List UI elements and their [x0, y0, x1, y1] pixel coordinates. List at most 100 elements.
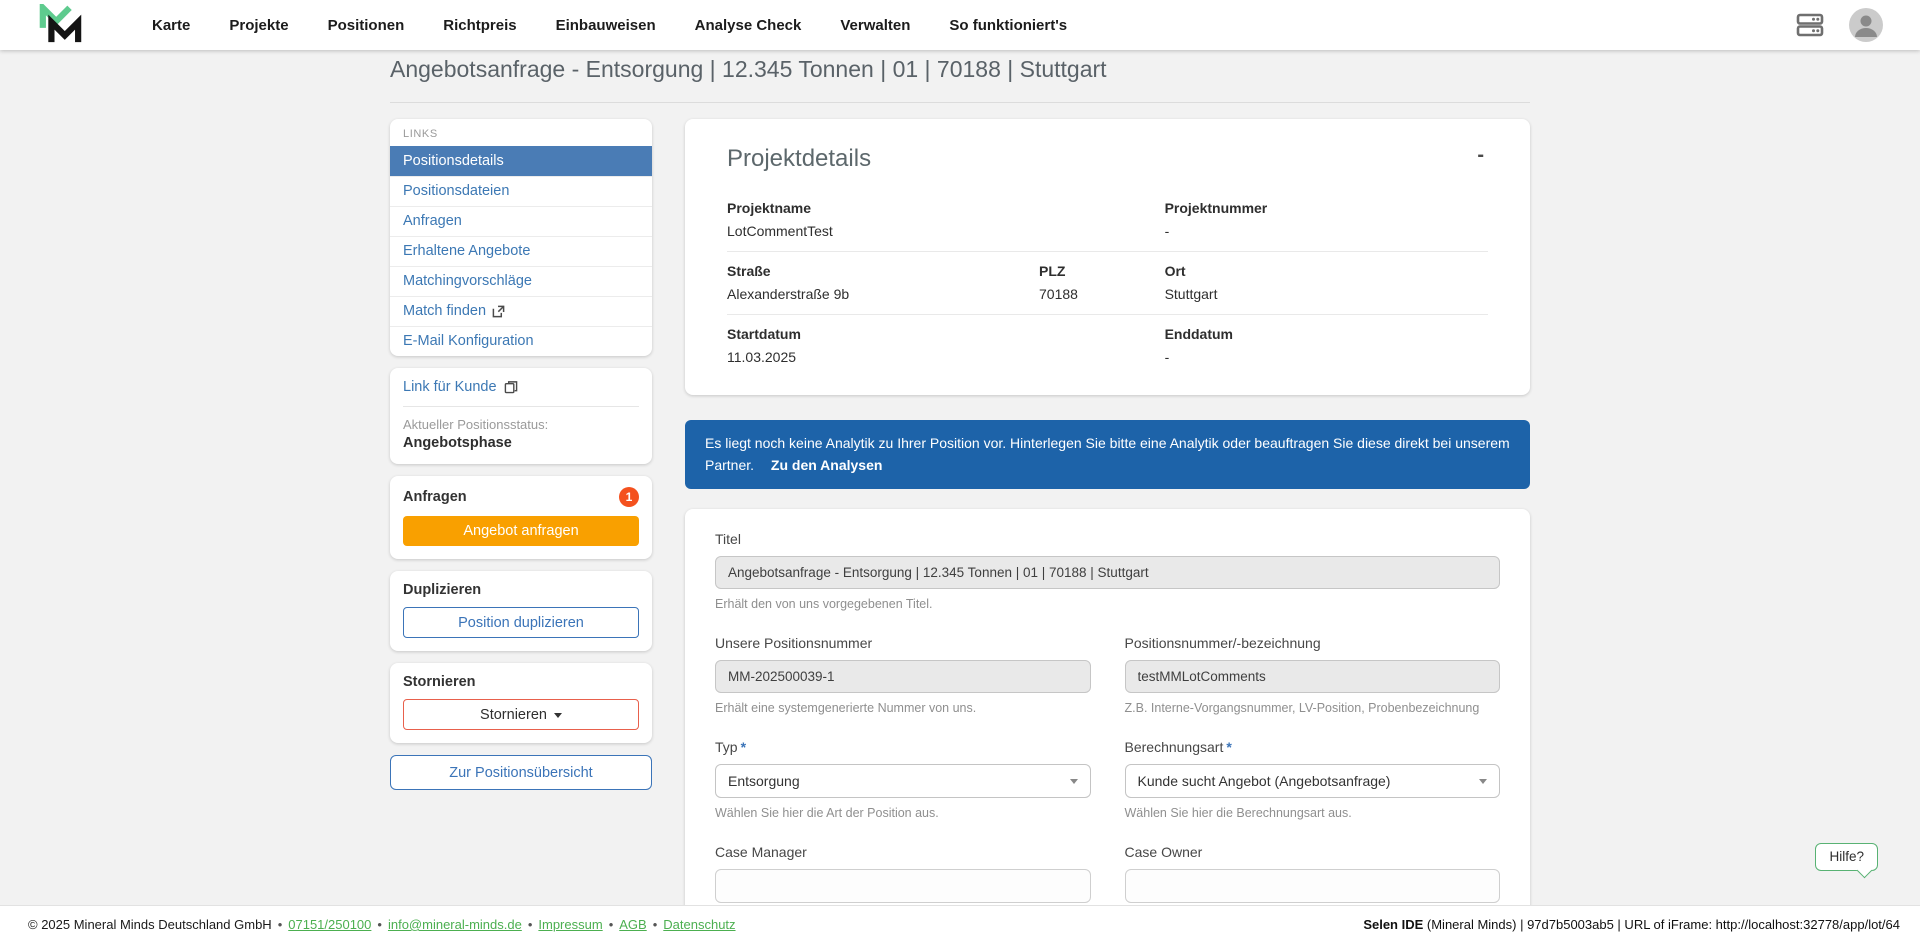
nav-richtpreis[interactable]: Richtpreis — [443, 17, 516, 34]
nav-karte[interactable]: Karte — [152, 17, 190, 34]
sidebar-item-label: Matchingvorschläge — [403, 273, 532, 289]
iframe-url-text: (Mineral Minds) | 97d7b5003ab5 | URL of … — [1423, 917, 1900, 932]
nav-analyse-check[interactable]: Analyse Check — [695, 17, 802, 34]
hilfe-button[interactable]: Hilfe? — [1815, 843, 1878, 871]
main-nav: Karte Projekte Positionen Richtpreis Ein… — [152, 17, 1067, 34]
sidebar-item-positionsdetails[interactable]: Positionsdetails — [390, 146, 652, 176]
required-asterisk: * — [1226, 739, 1231, 755]
zu-den-analysen-link[interactable]: Zu den Analysen — [771, 457, 883, 473]
project-detail-row: Startdatum 11.03.2025 Enddatum - — [727, 314, 1488, 377]
topbar-actions — [1796, 7, 1884, 43]
server-dns-icon[interactable] — [1796, 12, 1824, 38]
case-manager-field-group: Case Manager — [715, 844, 1091, 903]
case-manager-label: Case Manager — [715, 844, 1091, 860]
sidebar-item-label: Anfragen — [403, 213, 462, 229]
logo-mm-icon — [36, 4, 84, 46]
projektdetails-card: Projektdetails - Projektname LotCommentT… — [685, 119, 1530, 395]
positionsnummer-helper: Erhält eine systemgenerierte Nummer von … — [715, 701, 1091, 715]
stornieren-title: Stornieren — [403, 674, 639, 690]
link-fuer-kunde-label: Link für Kunde — [403, 379, 497, 395]
selen-ide-label: Selen IDE — [1363, 917, 1423, 932]
page-title: Angebotsanfrage - Entsorgung | 12.345 To… — [390, 56, 1530, 103]
titel-input[interactable] — [715, 556, 1500, 589]
case-owner-select[interactable] — [1125, 869, 1501, 903]
footer-datenschutz-link[interactable]: Datenschutz — [663, 917, 735, 932]
chevron-down-icon — [1070, 779, 1078, 784]
typ-helper: Wählen Sie hier die Art der Position aus… — [715, 806, 1091, 820]
links-card-header: LINKS — [390, 119, 652, 146]
berechnungsart-label: Berechnungsart* — [1125, 739, 1501, 755]
sidebar-item-erhaltene-angebote[interactable]: Erhaltene Angebote — [390, 236, 652, 266]
typ-select-value: Entsorgung — [728, 773, 800, 789]
external-link-icon — [492, 305, 505, 318]
duplizieren-title: Duplizieren — [403, 582, 639, 598]
berechnungsart-select[interactable]: Kunde sucht Angebot (Angebotsanfrage) — [1125, 764, 1501, 798]
sidebar-item-label: Match finden — [403, 303, 486, 319]
nav-projekte[interactable]: Projekte — [229, 17, 288, 34]
plz-value: 70188 — [1039, 286, 1165, 302]
projektnummer-value: - — [1165, 223, 1488, 239]
sidebar-item-anfragen[interactable]: Anfragen — [390, 206, 652, 236]
positionsnummer-label: Unsere Positionsnummer — [715, 635, 1091, 651]
ort-value: Stuttgart — [1165, 286, 1488, 302]
chevron-down-icon — [554, 713, 562, 718]
sidebar: LINKS Positionsdetails Positionsdateien … — [390, 119, 652, 790]
app-window: Karte Projekte Positionen Richtpreis Ein… — [0, 0, 1920, 943]
anfragen-card: Anfragen 1 Angebot anfragen — [390, 476, 652, 559]
angebot-anfragen-button[interactable]: Angebot anfragen — [403, 516, 639, 546]
footer-agb-link[interactable]: AGB — [619, 917, 646, 932]
user-avatar-icon[interactable] — [1848, 7, 1884, 43]
startdatum-value: 11.03.2025 — [727, 349, 1165, 365]
customer-link-card: Link für Kunde Aktueller Positionsstatus… — [390, 368, 652, 464]
titel-field-group: Titel Erhält den von uns vorgegebenen Ti… — [715, 531, 1500, 611]
case-owner-field-group: Case Owner — [1125, 844, 1501, 903]
ort-label: Ort — [1165, 263, 1488, 279]
position-status-value: Angebotsphase — [403, 435, 639, 451]
sidebar-item-label: E-Mail Konfiguration — [403, 333, 534, 349]
sidebar-item-email-konfiguration[interactable]: E-Mail Konfiguration — [390, 326, 652, 356]
project-detail-row: Projektname LotCommentTest Projektnummer… — [727, 189, 1488, 251]
top-navigation-bar: Karte Projekte Positionen Richtpreis Ein… — [0, 0, 1920, 50]
enddatum-label: Enddatum — [1165, 326, 1488, 342]
bezeichnung-helper: Z.B. Interne-Vorgangsnummer, LV-Position… — [1125, 701, 1501, 715]
zur-positionsuebersicht-button[interactable]: Zur Positionsübersicht — [390, 755, 652, 790]
typ-select[interactable]: Entsorgung — [715, 764, 1091, 798]
sidebar-item-positionsdateien[interactable]: Positionsdateien — [390, 176, 652, 206]
nav-einbauweisen[interactable]: Einbauweisen — [556, 17, 656, 34]
link-fuer-kunde-link[interactable]: Link für Kunde — [403, 379, 639, 395]
nav-so-funktionierts[interactable]: So funktioniert's — [949, 17, 1067, 34]
sidebar-item-match-finden[interactable]: Match finden — [390, 296, 652, 326]
copyright-text: © 2025 Mineral Minds Deutschland GmbH — [28, 917, 272, 932]
plz-label: PLZ — [1039, 263, 1165, 279]
mineral-minds-logo[interactable] — [36, 4, 84, 46]
bullet-separator: • — [609, 917, 614, 932]
position-status-label: Aktueller Positionsstatus: — [403, 417, 639, 432]
stornieren-dropdown-button[interactable]: Stornieren — [403, 699, 639, 730]
titel-label: Titel — [715, 531, 1500, 547]
anfragen-count-badge: 1 — [619, 487, 639, 507]
case-owner-label: Case Owner — [1125, 844, 1501, 860]
positionsnummer-field-group: Unsere Positionsnummer Erhält eine syste… — [715, 635, 1091, 715]
positionsnummer-input[interactable] — [715, 660, 1091, 693]
footer-legal: © 2025 Mineral Minds Deutschland GmbH • … — [28, 917, 736, 932]
bullet-separator: • — [377, 917, 382, 932]
position-form-card: Titel Erhält den von uns vorgegebenen Ti… — [685, 509, 1530, 943]
nav-positionen[interactable]: Positionen — [328, 17, 405, 34]
bezeichnung-input[interactable] — [1125, 660, 1501, 693]
strasse-value: Alexanderstraße 9b — [727, 286, 1039, 302]
collapse-card-button[interactable]: - — [1473, 145, 1488, 165]
analytik-info-alert: Es liegt noch keine Analytik zu Ihrer Po… — [685, 420, 1530, 489]
footer-email-link[interactable]: info@mineral-minds.de — [388, 917, 522, 932]
duplizieren-card: Duplizieren Position duplizieren — [390, 571, 652, 651]
position-duplizieren-button[interactable]: Position duplizieren — [403, 607, 639, 638]
sidebar-item-matchingvorschlaege[interactable]: Matchingvorschläge — [390, 266, 652, 296]
bullet-separator: • — [528, 917, 533, 932]
bezeichnung-label: Positionsnummer/-bezeichnung — [1125, 635, 1501, 651]
nav-verwalten[interactable]: Verwalten — [840, 17, 910, 34]
case-manager-select[interactable] — [715, 869, 1091, 903]
berechnungsart-helper: Wählen Sie hier die Berechnungsart aus. — [1125, 806, 1501, 820]
anfragen-title: Anfragen — [403, 489, 467, 505]
footer-phone-link[interactable]: 07151/250100 — [288, 917, 371, 932]
footer-impressum-link[interactable]: Impressum — [538, 917, 602, 932]
main-content: Projektdetails - Projektname LotCommentT… — [685, 119, 1530, 943]
